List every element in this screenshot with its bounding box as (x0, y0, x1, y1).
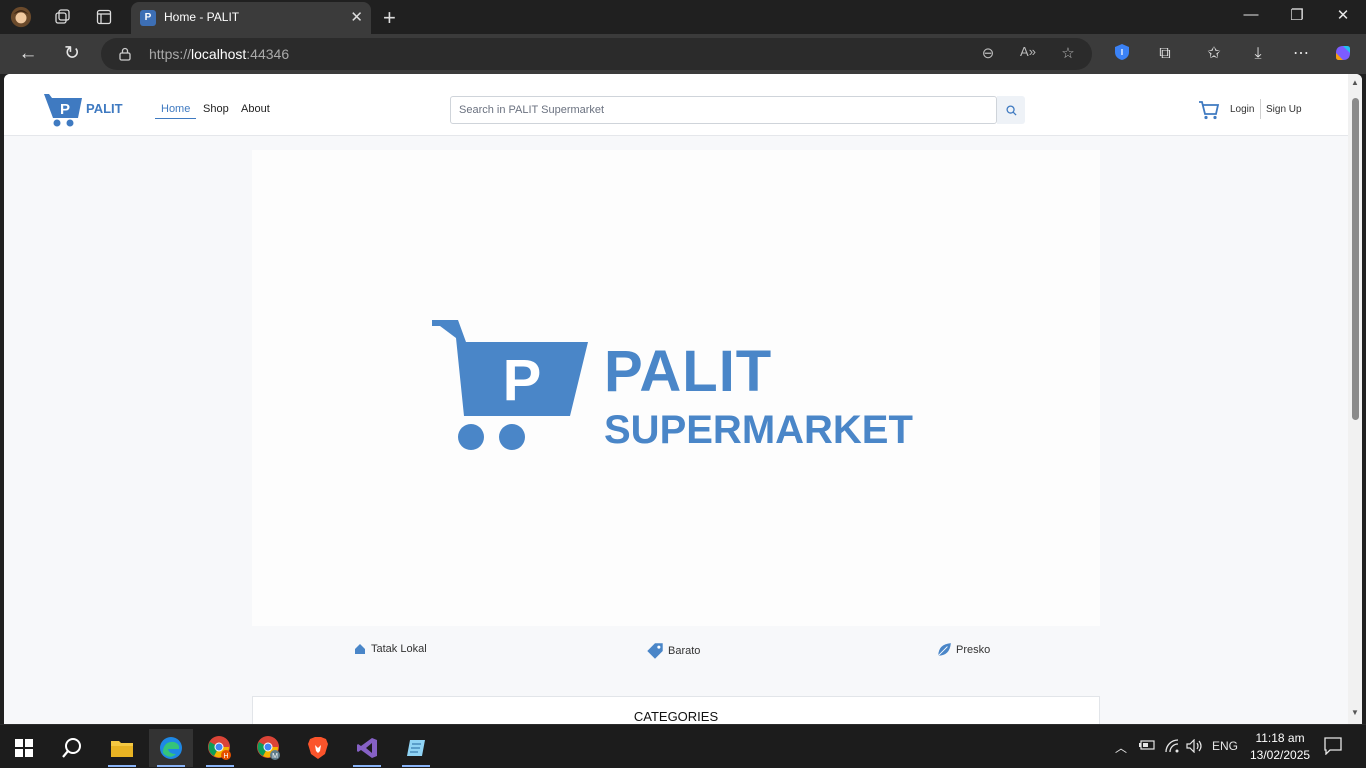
edge-browser-icon[interactable] (149, 729, 193, 767)
chrome-profile-h-icon[interactable]: H (198, 729, 242, 767)
downloads-icon[interactable]: ⤓ (1247, 43, 1269, 65)
svg-text:P: P (503, 348, 542, 413)
more-menu-icon[interactable]: ⋯ (1290, 43, 1312, 65)
address-bar[interactable]: https://localhost:44346 ⊖ A» ☆ (101, 38, 1092, 70)
extensions-puzzle-icon[interactable]: ⧉ (1154, 43, 1176, 65)
cart-logo-icon: P (44, 94, 82, 127)
tab-close-icon[interactable]: ✕ (350, 8, 363, 26)
brand-name: PALIT (86, 101, 123, 116)
favorites-icon[interactable]: ✩ (1203, 43, 1225, 65)
copilot-icon[interactable] (1332, 43, 1354, 65)
hero-banner: P PALIT SUPERMARKET (252, 150, 1100, 626)
feature-label: Barato (668, 645, 701, 657)
clock-time: 11:18 am (1255, 731, 1305, 745)
battery-icon[interactable] (1138, 739, 1156, 754)
site-logo[interactable]: P PALIT (44, 92, 134, 128)
feature-label: Presko (956, 644, 991, 656)
scroll-down-icon[interactable]: ▼ (1351, 708, 1359, 717)
notification-center-icon[interactable] (1324, 737, 1342, 758)
scroll-up-icon[interactable]: ▲ (1351, 78, 1359, 87)
feature-label: Tatak Lokal (371, 643, 427, 655)
workspaces-icon[interactable] (52, 6, 74, 28)
feature-tatak-lokal: Tatak Lokal (353, 642, 427, 656)
hero-title: PALIT (604, 339, 773, 404)
leaf-icon (937, 643, 951, 657)
hero-subtitle: SUPERMARKET (604, 408, 913, 452)
signup-link[interactable]: Sign Up (1266, 104, 1302, 115)
search-icon (1005, 104, 1017, 116)
page-scrollbar[interactable]: ▲ ▼ (1348, 74, 1362, 724)
browser-title-bar: P Home - PALIT ✕ + — ❐ ✕ (0, 0, 1366, 34)
svg-text:H: H (223, 753, 228, 760)
zoom-out-icon[interactable]: ⊖ (977, 44, 999, 62)
page-viewport: P PALIT Home Shop About Search in PALIT … (4, 74, 1362, 724)
lock-icon (119, 47, 131, 61)
file-explorer-icon[interactable] (100, 729, 144, 767)
chrome-profile-m-icon[interactable]: M (247, 729, 291, 767)
show-hidden-icons-icon[interactable]: ︿ (1115, 739, 1127, 756)
windows-taskbar: H M ︿ ENG 11:18 am 13/02/2025 (0, 724, 1366, 768)
profile-avatar-icon[interactable] (10, 6, 32, 28)
tag-icon (647, 643, 663, 659)
url-text: https://localhost:44346 (149, 46, 290, 62)
svg-text:P: P (60, 101, 70, 118)
minimize-icon[interactable]: — (1236, 6, 1266, 23)
window-close-icon[interactable]: ✕ (1328, 6, 1358, 24)
tab-title: Home - PALIT (164, 10, 240, 24)
categories-title: CATEGORIES (633, 709, 719, 724)
favorite-star-icon[interactable]: ☆ (1057, 44, 1079, 62)
system-clock[interactable]: 11:18 am 13/02/2025 (1250, 730, 1310, 764)
feature-presko: Presko (936, 642, 990, 658)
browser-toolbar: ← ↻ https://localhost:44346 ⊖ A» ☆ I ⧉ ✩… (0, 34, 1366, 74)
shopping-cart-icon[interactable] (1198, 100, 1220, 120)
nav-home-link[interactable]: Home (155, 103, 197, 119)
svg-text:M: M (272, 753, 278, 760)
read-aloud-icon[interactable]: A» (1017, 44, 1039, 59)
feature-barato: Barato (646, 642, 700, 660)
svg-text:I: I (1121, 48, 1123, 57)
volume-icon[interactable] (1186, 738, 1204, 756)
home-icon (355, 644, 365, 654)
site-header: P PALIT Home Shop About Search in PALIT … (4, 74, 1348, 136)
wifi-icon[interactable] (1164, 739, 1180, 756)
categories-section: CATEGORIES (252, 696, 1100, 724)
start-windows-icon[interactable] (2, 729, 46, 767)
login-link[interactable]: Login (1230, 104, 1254, 115)
extension-shield-icon[interactable]: I (1111, 43, 1133, 65)
back-arrow-icon[interactable]: ← (15, 42, 41, 66)
brave-browser-icon[interactable] (296, 729, 340, 767)
nav-shop-link[interactable]: Shop (203, 103, 229, 115)
search-taskbar-icon[interactable] (50, 729, 94, 767)
new-tab-plus-icon[interactable]: + (383, 5, 396, 31)
tab-actions-icon[interactable] (93, 6, 115, 28)
search-input[interactable]: Search in PALIT Supermarket (450, 96, 997, 124)
tab-favicon-icon: P (140, 10, 156, 26)
visual-studio-icon[interactable] (345, 729, 389, 767)
notepad-app-icon[interactable] (394, 729, 438, 767)
language-indicator[interactable]: ENG (1212, 739, 1238, 753)
browser-tab-active[interactable]: P Home - PALIT ✕ (131, 2, 371, 34)
search-placeholder: Search in PALIT Supermarket (459, 104, 605, 116)
auth-divider (1260, 99, 1261, 119)
clock-date: 13/02/2025 (1250, 748, 1311, 762)
search-button[interactable] (997, 96, 1025, 124)
refresh-icon[interactable]: ↻ (59, 42, 85, 66)
nav-about-link[interactable]: About (241, 103, 270, 115)
scrollbar-thumb[interactable] (1352, 98, 1359, 420)
restore-icon[interactable]: ❐ (1282, 6, 1312, 24)
